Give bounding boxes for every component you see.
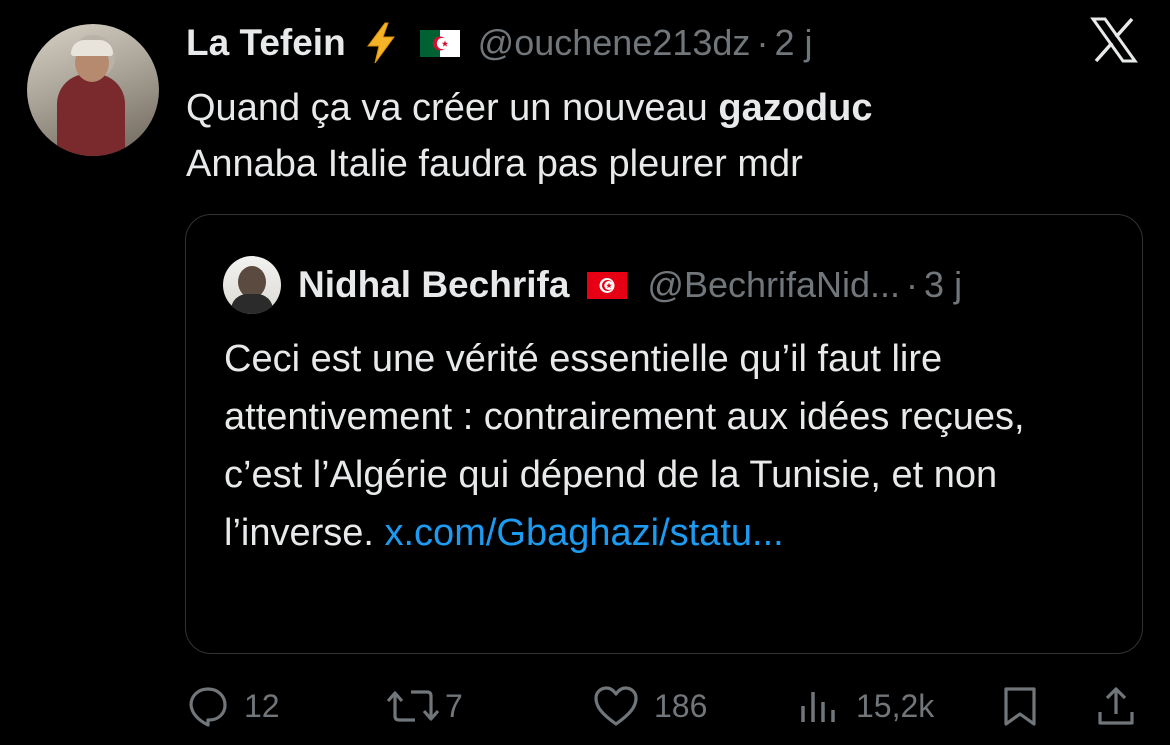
avatar-figure-body (231, 294, 273, 314)
repost-count: 7 (445, 687, 463, 724)
tunisia-flag-icon (587, 271, 628, 299)
heart-icon (594, 686, 638, 726)
like-button[interactable]: 186 (592, 676, 707, 736)
reply-count: 12 (244, 687, 280, 724)
quoted-author-name[interactable]: Nidhal Bechrifa (298, 264, 569, 306)
tweet-text-line2: Annaba Italie faudra pas pleurer mdr (186, 143, 803, 185)
quoted-author-handle[interactable]: @BechrifaNid... (647, 264, 900, 306)
quoted-tweet-header: Nidhal Bechrifa @BechrifaNid... · 3 j (298, 257, 962, 313)
bookmark-icon (1004, 687, 1036, 726)
author-name[interactable]: La Tefein (186, 22, 346, 64)
views-count: 15,2k (856, 687, 935, 724)
tweet-text-bold: gazoduc (718, 87, 873, 129)
share-icon (1098, 687, 1134, 725)
quoted-tweet-time[interactable]: 3 j (924, 264, 962, 306)
share-button[interactable] (1094, 676, 1138, 736)
algeria-flag-icon (419, 29, 460, 57)
repost-button[interactable]: 7 (385, 676, 463, 736)
tweet-text-part: Quand ça va créer un nouveau (186, 87, 719, 129)
quoted-tweet-text: Ceci est une vérité essentielle qu’il fa… (224, 330, 1104, 562)
quoted-tweet-card[interactable]: Nidhal Bechrifa @BechrifaNid... · 3 j Ce… (185, 214, 1143, 654)
like-count: 186 (654, 687, 708, 724)
bookmark-button[interactable] (1000, 676, 1040, 736)
tweet-text: Quand ça va créer un nouveau gazoduc Ann… (186, 80, 1086, 192)
reply-icon (189, 687, 227, 727)
repost-icon (386, 690, 440, 722)
tweet-time[interactable]: 2 j (774, 22, 812, 64)
x-logo-icon[interactable] (1086, 12, 1142, 68)
quoted-tweet-link[interactable]: x.com/Gbaghazi/statu... (385, 512, 784, 554)
separator-dot: · (756, 22, 769, 63)
avatar-figure-shirt (57, 74, 125, 156)
avatar-figure-cap (71, 40, 113, 56)
views-button[interactable]: 15,2k (798, 676, 934, 736)
separator-dot: · (906, 264, 919, 305)
high-voltage-icon (364, 22, 398, 64)
bar-chart-icon (801, 692, 835, 722)
quoted-author-avatar[interactable] (223, 256, 281, 314)
action-bar: 12 7 186 15,2k (0, 676, 1170, 736)
author-handle[interactable]: @ouchene213dz (478, 22, 751, 64)
reply-button[interactable]: 12 (186, 676, 280, 736)
author-avatar[interactable] (27, 24, 159, 156)
tweet-header: La Tefein @ouchene213dz · 2 j (186, 18, 812, 68)
